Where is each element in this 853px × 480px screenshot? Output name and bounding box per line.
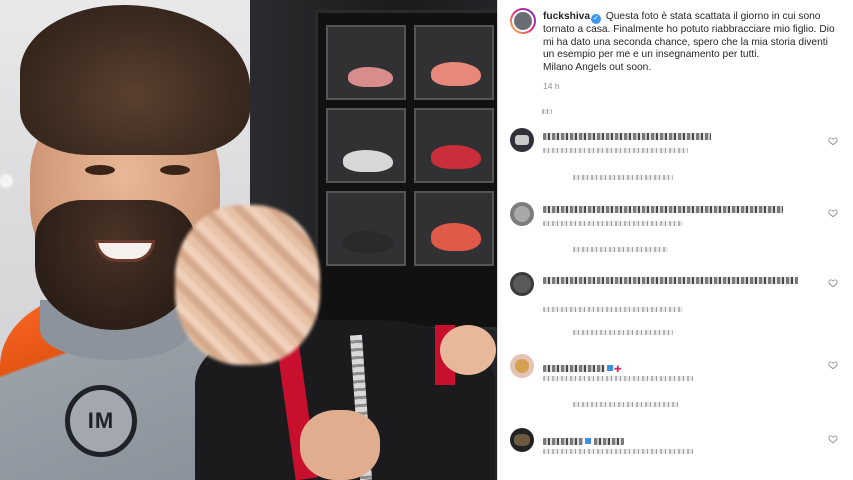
shelf-box [326, 108, 406, 183]
post-caption: fuckshiva ✓ Questa foto è stata scattata … [543, 11, 841, 74]
comments-section-label [542, 107, 552, 116]
post-caption-line2: Milano Angels out soon. [543, 61, 652, 73]
comment-meta [543, 376, 693, 381]
jacket-club-logo-text: IM [87, 408, 115, 433]
view-replies-button[interactable] [573, 330, 673, 335]
comment-avatar[interactable] [510, 202, 534, 226]
comment-item [510, 428, 840, 478]
post-author-username[interactable]: fuckshiva [543, 11, 590, 22]
shelf-box [326, 25, 406, 100]
comment-avatar[interactable] [510, 272, 534, 296]
shoe [431, 223, 481, 251]
shoe [343, 150, 393, 172]
post-author-avatar[interactable] [510, 8, 536, 34]
jacket-club-logo: IM [65, 385, 137, 457]
heart-outline-icon[interactable] [828, 434, 838, 444]
shelf-box [326, 191, 406, 266]
comment-meta [543, 307, 683, 312]
red-cross-emoji-icon: ✚ [614, 364, 622, 374]
verified-badge-icon: ✓ [591, 14, 601, 24]
photo-baby-face-blurred [175, 205, 320, 365]
shoe [431, 62, 481, 86]
comment-avatar[interactable] [510, 428, 534, 452]
comment-item [510, 202, 840, 262]
photo-shoe-shelf [315, 10, 497, 330]
comment-item: ✚ [510, 354, 840, 420]
view-replies-button[interactable] [573, 402, 678, 407]
comment-item [510, 128, 840, 198]
heart-outline-icon[interactable] [828, 360, 838, 370]
post-side-panel: fuckshiva ✓ Questa foto è stata scattata … [497, 0, 853, 480]
post-photo[interactable]: IM [0, 0, 497, 480]
post-timestamp[interactable]: 14 h [543, 81, 560, 91]
shoe [431, 145, 481, 169]
comment-username[interactable]: ✚ [543, 359, 622, 377]
photo-baby-hand [300, 410, 380, 480]
photo-person-hair [20, 5, 250, 155]
comment-meta [543, 221, 683, 226]
comment-meta [543, 449, 693, 454]
heart-outline-icon[interactable] [828, 208, 838, 218]
comment-text [543, 133, 711, 140]
photo-person-eye [160, 165, 190, 175]
comment-item [510, 272, 840, 342]
comment-avatar[interactable] [510, 128, 534, 152]
shelf-box [414, 108, 494, 183]
comment-text [543, 206, 783, 213]
photo-person-beard [35, 200, 195, 330]
blue-square-emoji-icon [607, 365, 613, 371]
view-replies-button[interactable] [573, 247, 668, 252]
heart-outline-icon[interactable] [828, 136, 838, 146]
shelf-box [414, 25, 494, 100]
shelf-box [414, 191, 494, 266]
comment-avatar[interactable] [510, 354, 534, 378]
photo-person-eye [85, 165, 115, 175]
shoe [348, 67, 393, 87]
comment-text [543, 277, 798, 284]
comment-username[interactable] [543, 432, 624, 450]
blue-square-emoji-icon [585, 438, 591, 444]
view-replies-button[interactable] [573, 175, 673, 180]
shoe [343, 231, 393, 253]
photo-baby-arm [440, 325, 496, 375]
heart-outline-icon[interactable] [828, 278, 838, 288]
comment-meta [543, 148, 688, 153]
photo-person-earring [0, 175, 12, 187]
